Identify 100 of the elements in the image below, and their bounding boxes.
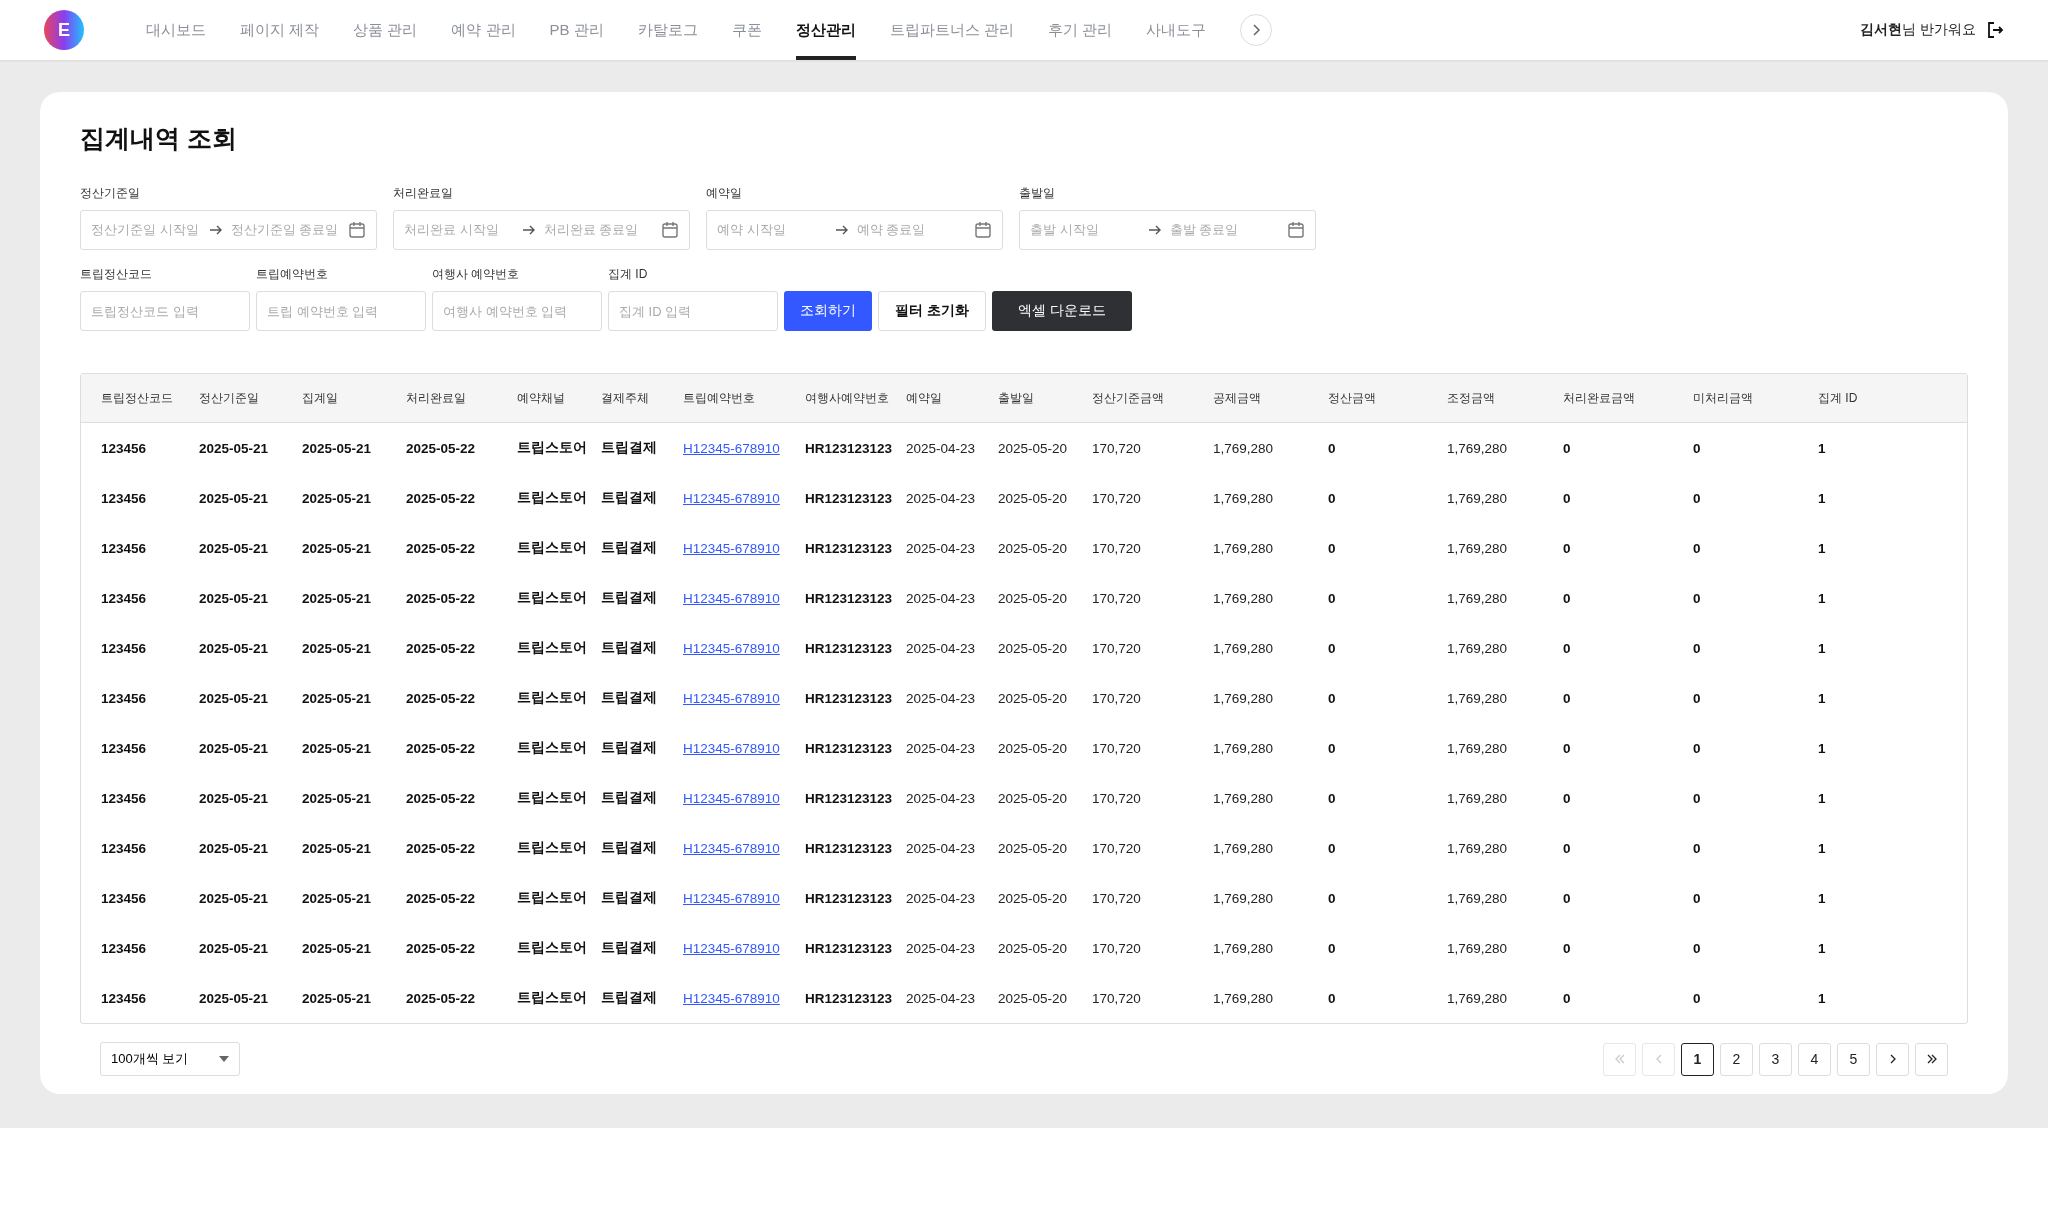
page-button[interactable]: 1: [1681, 1042, 1714, 1076]
next-icon[interactable]: [1240, 14, 1273, 46]
last-page-button[interactable]: [1915, 1042, 1948, 1076]
table-cell-text: 1,769,280: [1213, 940, 1275, 956]
table-cell-text: 2025-05-22: [406, 440, 477, 456]
calendar-icon[interactable]: [661, 221, 679, 239]
table-cell-text: 123456: [101, 490, 148, 506]
booking-link[interactable]: H12345-678910: [683, 490, 780, 506]
page-button[interactable]: 4: [1798, 1042, 1831, 1076]
table-cell-text: 170,720: [1092, 540, 1142, 556]
column-header: 처리완료일: [406, 389, 467, 407]
table-cell-text: 트립결제: [601, 639, 658, 657]
table-cell-text: 1,769,280: [1447, 440, 1509, 456]
table-cell-text: 2025-04-23: [906, 840, 977, 856]
page-title: 집계내역 조회: [80, 123, 238, 154]
input-field[interactable]: 트립정산코드 입력: [80, 291, 250, 331]
field-label: 정산기준일: [80, 185, 141, 202]
nav-tab[interactable]: 상품 관리: [353, 0, 418, 60]
table-cell-text: 170,720: [1092, 490, 1142, 506]
table-cell-text: 0: [1693, 990, 1702, 1006]
table-cell-text: 1: [1818, 790, 1827, 806]
table-cell-text: 2025-05-21: [302, 490, 373, 506]
calendar-icon[interactable]: [348, 221, 366, 239]
booking-link[interactable]: H12345-678910: [683, 690, 780, 706]
input-field[interactable]: 여행사 예약번호 입력: [432, 291, 602, 331]
booking-link[interactable]: H12345-678910: [683, 540, 780, 556]
table-cell-text: 123456: [101, 840, 148, 856]
table-cell-text: 2025-05-21: [302, 640, 373, 656]
table-cell-text: 트립결제: [601, 989, 658, 1007]
calendar-icon[interactable]: [1287, 221, 1305, 239]
booking-link[interactable]: H12345-678910: [683, 940, 780, 956]
table-cell-text: 1,769,280: [1213, 440, 1275, 456]
table-cell-text: 트립결제: [601, 489, 658, 507]
calendar-icon[interactable]: [974, 221, 992, 239]
column-header: 정산기준금액: [1092, 389, 1165, 407]
table-cell-text: 123456: [101, 440, 148, 456]
table-cell-text: 0: [1563, 990, 1572, 1006]
table-cell-text: 0: [1693, 690, 1702, 706]
logout-icon[interactable]: [1986, 21, 2004, 39]
booking-link[interactable]: H12345-678910: [683, 990, 780, 1006]
nav-tab[interactable]: 트립파트너스 관리: [889, 0, 1014, 60]
booking-link[interactable]: H12345-678910: [683, 890, 780, 906]
action-button[interactable]: 조회하기: [784, 291, 872, 331]
booking-link[interactable]: H12345-678910: [683, 440, 780, 456]
table-cell-text: 0: [1693, 890, 1702, 906]
column-header: 정산기준일: [199, 389, 260, 407]
table-cell-text: 2025-05-21: [199, 490, 270, 506]
table-cell-text: 2025-05-21: [302, 540, 373, 556]
nav-tab[interactable]: 대시보드: [146, 0, 206, 60]
column-header: 공제금액: [1213, 389, 1262, 407]
table-cell-text: 2025-05-20: [998, 490, 1069, 506]
table-cell-text: HR123123123: [805, 940, 894, 956]
table-cell-text: 1: [1818, 990, 1827, 1006]
field-label: 출발일: [1019, 185, 1056, 202]
end-date-placeholder: 예약 종료일: [856, 221, 927, 239]
table-cell-text: 0: [1563, 840, 1572, 856]
nav-tab[interactable]: 예약 관리: [451, 0, 516, 60]
page-size-select[interactable]: 100개씩 보기: [100, 1042, 240, 1076]
logo[interactable]: E: [44, 10, 84, 50]
action-button[interactable]: 필터 초기화: [878, 291, 986, 331]
nav-tab[interactable]: 쿠폰: [731, 0, 762, 60]
table-cell-text: 2025-05-20: [998, 640, 1069, 656]
table-cell-text: 0: [1563, 940, 1572, 956]
page-button[interactable]: 3: [1759, 1042, 1792, 1076]
table-cell-text: 2025-04-23: [906, 740, 977, 756]
field-label: 여행사 예약번호: [432, 266, 521, 283]
nav-tab[interactable]: 페이지 제작: [240, 0, 320, 60]
arrow-icon: [208, 224, 223, 236]
arrow-icon: [1147, 224, 1162, 236]
table-cell-text: 170,720: [1092, 940, 1142, 956]
table-cell-text: 2025-05-21: [302, 690, 373, 706]
page-button[interactable]: 5: [1837, 1042, 1870, 1076]
column-header: 트립정산코드: [101, 389, 174, 407]
booking-link[interactable]: H12345-678910: [683, 790, 780, 806]
booking-link[interactable]: H12345-678910: [683, 590, 780, 606]
input-field[interactable]: 집계 ID 입력: [608, 291, 778, 331]
table-cell-text: 2025-05-22: [406, 540, 477, 556]
nav-tab[interactable]: 후기 관리: [1047, 0, 1113, 60]
booking-link[interactable]: H12345-678910: [683, 840, 780, 856]
table-cell-text: 1,769,280: [1213, 840, 1275, 856]
table-cell-text: 1: [1818, 890, 1827, 906]
booking-link[interactable]: H12345-678910: [683, 740, 780, 756]
table-cell-text: 2025-05-21: [199, 640, 270, 656]
table-cell-text: 2025-04-23: [906, 490, 977, 506]
table-cell-text: 2025-04-23: [906, 790, 977, 806]
table-cell-text: 1,769,280: [1447, 690, 1509, 706]
booking-link[interactable]: H12345-678910: [683, 640, 780, 656]
nav-tab[interactable]: 카탈로그: [637, 0, 698, 60]
input-field[interactable]: 트립 예약번호 입력: [256, 291, 426, 331]
table-cell-text: 2025-04-23: [906, 990, 977, 1006]
nav-tab[interactable]: PB 관리: [549, 0, 604, 60]
page-button[interactable]: 2: [1720, 1042, 1753, 1076]
table-cell-text: 170,720: [1092, 990, 1142, 1006]
action-button[interactable]: 엑셀 다운로드: [991, 291, 1132, 331]
table-cell-text: HR123123123: [805, 590, 894, 606]
column-header: 예약채널: [517, 389, 566, 407]
table-cell-text: 1,769,280: [1447, 540, 1509, 556]
table-cell-text: 1,769,280: [1213, 890, 1275, 906]
nav-tab[interactable]: 사내도구: [1146, 0, 1207, 60]
table-cell-text: 0: [1693, 840, 1702, 856]
